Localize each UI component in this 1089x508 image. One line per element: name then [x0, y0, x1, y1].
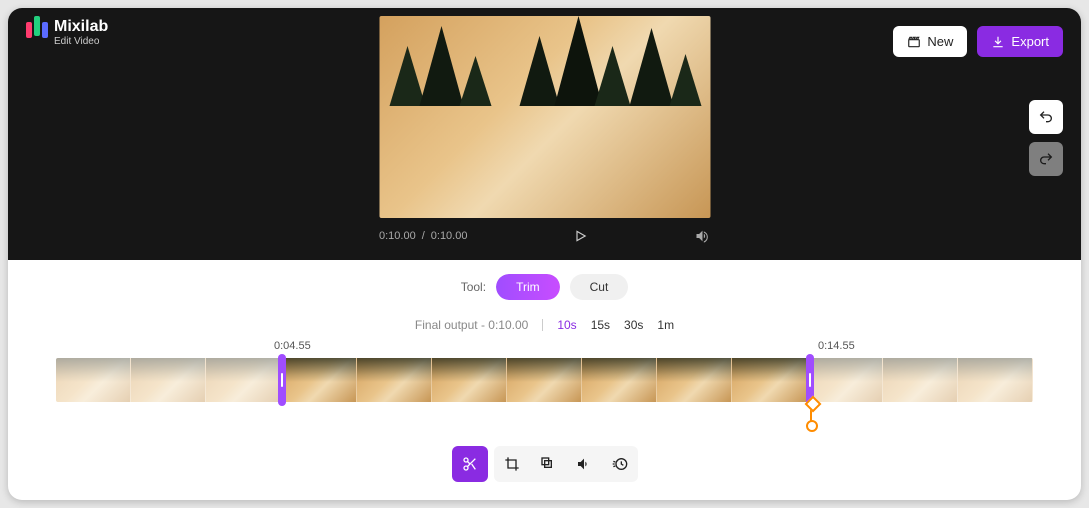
resize-icon	[540, 456, 556, 472]
duration-30s[interactable]: 30s	[624, 318, 643, 332]
time-sep: /	[422, 230, 425, 242]
new-button-label: New	[927, 34, 953, 49]
duration-10s[interactable]: 10s	[557, 318, 576, 332]
crop-icon	[504, 456, 520, 472]
brand: Mixilab Edit Video	[26, 18, 108, 47]
thumbnail[interactable]	[281, 358, 356, 402]
resize-button[interactable]	[530, 446, 566, 482]
download-icon	[991, 35, 1005, 49]
clapperboard-icon	[907, 35, 921, 49]
play-button[interactable]	[573, 228, 589, 244]
thumbnail[interactable]	[357, 358, 432, 402]
undo-button[interactable]	[1029, 100, 1063, 134]
thumbnail[interactable]	[958, 358, 1033, 402]
thumbnail[interactable]	[131, 358, 206, 402]
audio-button[interactable]	[566, 446, 602, 482]
thumbnail[interactable]	[883, 358, 958, 402]
volume-icon	[694, 228, 710, 244]
bottom-toolbar	[8, 446, 1081, 482]
total-time: 0:10.00	[431, 230, 468, 242]
brand-name: Mixilab	[54, 18, 108, 36]
preview-area: Mixilab Edit Video New Export	[8, 8, 1081, 260]
clip-strip	[56, 358, 1033, 402]
current-time: 0:10.00	[379, 230, 416, 242]
cut-option[interactable]: Cut	[570, 274, 629, 300]
volume-button[interactable]	[694, 228, 710, 244]
export-button[interactable]: Export	[977, 26, 1063, 57]
timeline[interactable]: 0:04.55 0:14.55	[56, 358, 1033, 418]
video-player: 0:10.00 / 0:10.00	[379, 16, 710, 244]
trim-start-handle[interactable]	[278, 354, 286, 406]
scissors-icon	[462, 456, 478, 472]
playhead-marker[interactable]	[810, 402, 812, 424]
thumbnail[interactable]	[56, 358, 131, 402]
start-time-label: 0:04.55	[274, 340, 311, 352]
speaker-icon	[576, 456, 592, 472]
app-window: Mixilab Edit Video New Export	[8, 8, 1081, 500]
trim-option[interactable]: Trim	[496, 274, 560, 300]
duration-15s[interactable]: 15s	[591, 318, 610, 332]
undo-icon	[1038, 109, 1054, 125]
preview-frame[interactable]	[379, 16, 710, 218]
thumbnail[interactable]	[432, 358, 507, 402]
thumbnail[interactable]	[657, 358, 732, 402]
redo-icon	[1038, 151, 1054, 167]
play-icon	[574, 229, 588, 243]
thumbnail[interactable]	[732, 358, 807, 402]
thumbnail[interactable]	[582, 358, 657, 402]
speed-icon	[612, 456, 628, 472]
redo-button[interactable]	[1029, 142, 1063, 176]
logo-icon	[26, 18, 48, 38]
editor-area: Tool: Trim Cut Final output - 0:10.00 10…	[8, 260, 1081, 482]
thumbnail[interactable]	[507, 358, 582, 402]
brand-sub: Edit Video	[54, 36, 108, 47]
new-button[interactable]: New	[893, 26, 967, 57]
thumbnail[interactable]	[206, 358, 281, 402]
export-button-label: Export	[1011, 34, 1049, 49]
end-time-label: 0:14.55	[818, 340, 855, 352]
duration-1m[interactable]: 1m	[657, 318, 674, 332]
tool-toggle: Trim	[496, 274, 560, 300]
tool-label: Tool:	[461, 280, 486, 294]
speed-button[interactable]	[602, 446, 638, 482]
final-output-label: Final output - 0:10.00	[415, 318, 528, 332]
scissors-button[interactable]	[452, 446, 488, 482]
crop-button[interactable]	[494, 446, 530, 482]
thumbnail[interactable]	[808, 358, 883, 402]
